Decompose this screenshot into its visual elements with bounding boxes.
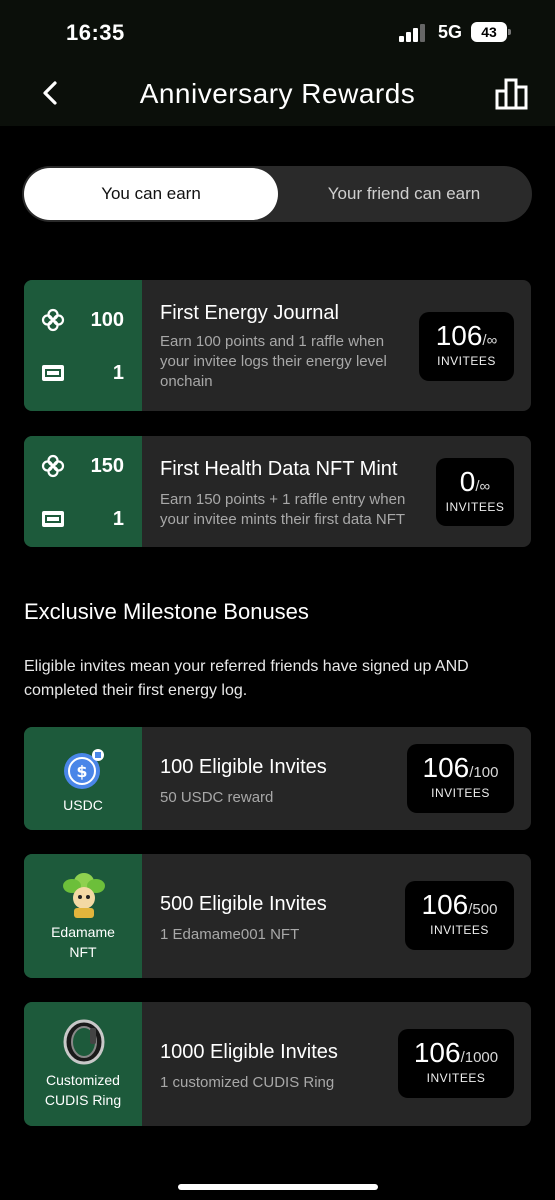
counter-total: /500 bbox=[468, 901, 498, 918]
counter-value: 106 bbox=[422, 752, 470, 783]
raffle-ticket-icon bbox=[42, 365, 64, 381]
task-desc: Earn 100 points and 1 raffle when your i… bbox=[160, 333, 387, 390]
milestone-card-1000[interactable]: Customized CUDIS Ring 1000 Eligible Invi… bbox=[24, 1002, 531, 1126]
cudis-ring-icon bbox=[63, 1019, 105, 1065]
milestone-desc: 1 Edamame001 NFT bbox=[160, 926, 300, 943]
leaderboard-button[interactable] bbox=[494, 77, 530, 111]
signal-icon bbox=[399, 24, 427, 42]
counter-value: 106 bbox=[413, 1037, 461, 1068]
counter-total: /1000 bbox=[460, 1049, 499, 1066]
counter-label: INVITEES bbox=[431, 786, 490, 800]
milestone-card-500[interactable]: Edamame NFT 500 Eligible Invites 1 Edama… bbox=[24, 854, 531, 978]
nav-bar: Anniversary Rewards bbox=[0, 60, 555, 126]
milestone-title: 500 Eligible Invites bbox=[160, 893, 327, 915]
counter-value: 106 bbox=[435, 320, 483, 351]
raffle-value: 1 bbox=[112, 362, 124, 384]
task-desc: Earn 150 points + 1 raffle entry when yo… bbox=[160, 491, 406, 528]
milestone-title: 1000 Eligible Invites bbox=[160, 1041, 338, 1063]
usdc-coin-icon: $ bbox=[64, 749, 104, 789]
points-clover-icon bbox=[41, 308, 65, 332]
counter-label: INVITEES bbox=[426, 1071, 486, 1085]
counter-total: /100 bbox=[469, 764, 499, 781]
raffle-value: 1 bbox=[112, 508, 124, 530]
points-value: 150 bbox=[90, 455, 124, 477]
counter-total: /∞ bbox=[475, 478, 491, 495]
reward-panel: 100 1 bbox=[24, 280, 142, 411]
counter-label: INVITEES bbox=[437, 354, 496, 368]
milestone-reward-panel: $ USDC bbox=[24, 727, 142, 830]
section-description: Eligible invites mean your referred frie… bbox=[24, 658, 469, 699]
milestone-reward-label: Edamame NFT bbox=[51, 924, 115, 960]
svg-text:$: $ bbox=[76, 762, 87, 781]
counter-label: INVITEES bbox=[445, 500, 505, 514]
milestone-reward-panel: Edamame NFT bbox=[24, 854, 142, 978]
bar-chart-icon bbox=[495, 78, 528, 110]
network-type: 5G bbox=[438, 22, 463, 42]
milestone-counter: 106/500 INVITEES bbox=[405, 881, 514, 950]
milestone-reward-label: USDC bbox=[63, 797, 103, 813]
battery-level: 43 bbox=[471, 22, 507, 42]
points-row: 150 bbox=[24, 451, 142, 481]
reward-panel: 150 1 bbox=[24, 436, 142, 547]
home-indicator[interactable] bbox=[178, 1184, 378, 1190]
milestone-counter: 106/1000 INVITEES bbox=[398, 1029, 514, 1098]
task-card-health-nft-mint[interactable]: 150 1 First Health Data NFT Mint Earn 15… bbox=[24, 436, 531, 547]
counter-label: INVITEES bbox=[430, 923, 489, 937]
tab-you-can-earn[interactable]: You can earn bbox=[24, 168, 278, 220]
task-title: First Health Data NFT Mint bbox=[160, 458, 398, 480]
status-bar: 16:35 5G 43 bbox=[0, 0, 555, 60]
raffle-row: 1 bbox=[24, 358, 142, 388]
raffle-row: 1 bbox=[24, 504, 142, 534]
counter-total: /∞ bbox=[482, 332, 498, 349]
milestone-counter: 106/100 INVITEES bbox=[407, 744, 514, 813]
page-title: Anniversary Rewards bbox=[139, 78, 416, 109]
section-title: Exclusive Milestone Bonuses bbox=[24, 599, 309, 624]
task-title: First Energy Journal bbox=[160, 302, 339, 324]
counter-value: 0 bbox=[459, 466, 476, 497]
milestone-title: 100 Eligible Invites bbox=[160, 756, 327, 778]
milestone-desc: 1 customized CUDIS Ring bbox=[160, 1074, 335, 1091]
counter-value: 106 bbox=[421, 889, 469, 920]
points-row: 100 bbox=[24, 305, 142, 335]
milestone-reward-panel: Customized CUDIS Ring bbox=[24, 1002, 142, 1126]
points-value: 100 bbox=[90, 309, 124, 331]
invitee-counter: 0/∞ INVITEES bbox=[436, 458, 514, 526]
edamame-nft-icon bbox=[63, 873, 105, 918]
tab-friend-can-earn[interactable]: Your friend can earn bbox=[278, 168, 530, 220]
battery-icon: 43 bbox=[471, 22, 511, 42]
points-clover-icon bbox=[41, 454, 65, 478]
milestone-reward-label: Customized CUDIS Ring bbox=[44, 1072, 122, 1108]
status-time: 16:35 bbox=[66, 20, 125, 45]
raffle-ticket-icon bbox=[42, 511, 64, 527]
task-card-energy-journal[interactable]: 100 1 First Energy Journal Earn 100 poin… bbox=[24, 280, 531, 411]
milestone-desc: 50 USDC reward bbox=[160, 789, 274, 806]
milestone-card-100[interactable]: $ USDC 100 Eligible Invites 50 USDC rewa… bbox=[24, 727, 531, 830]
earn-toggle: You can earn Your friend can earn bbox=[22, 166, 532, 222]
invitee-counter: 106/∞ INVITEES bbox=[419, 312, 514, 381]
